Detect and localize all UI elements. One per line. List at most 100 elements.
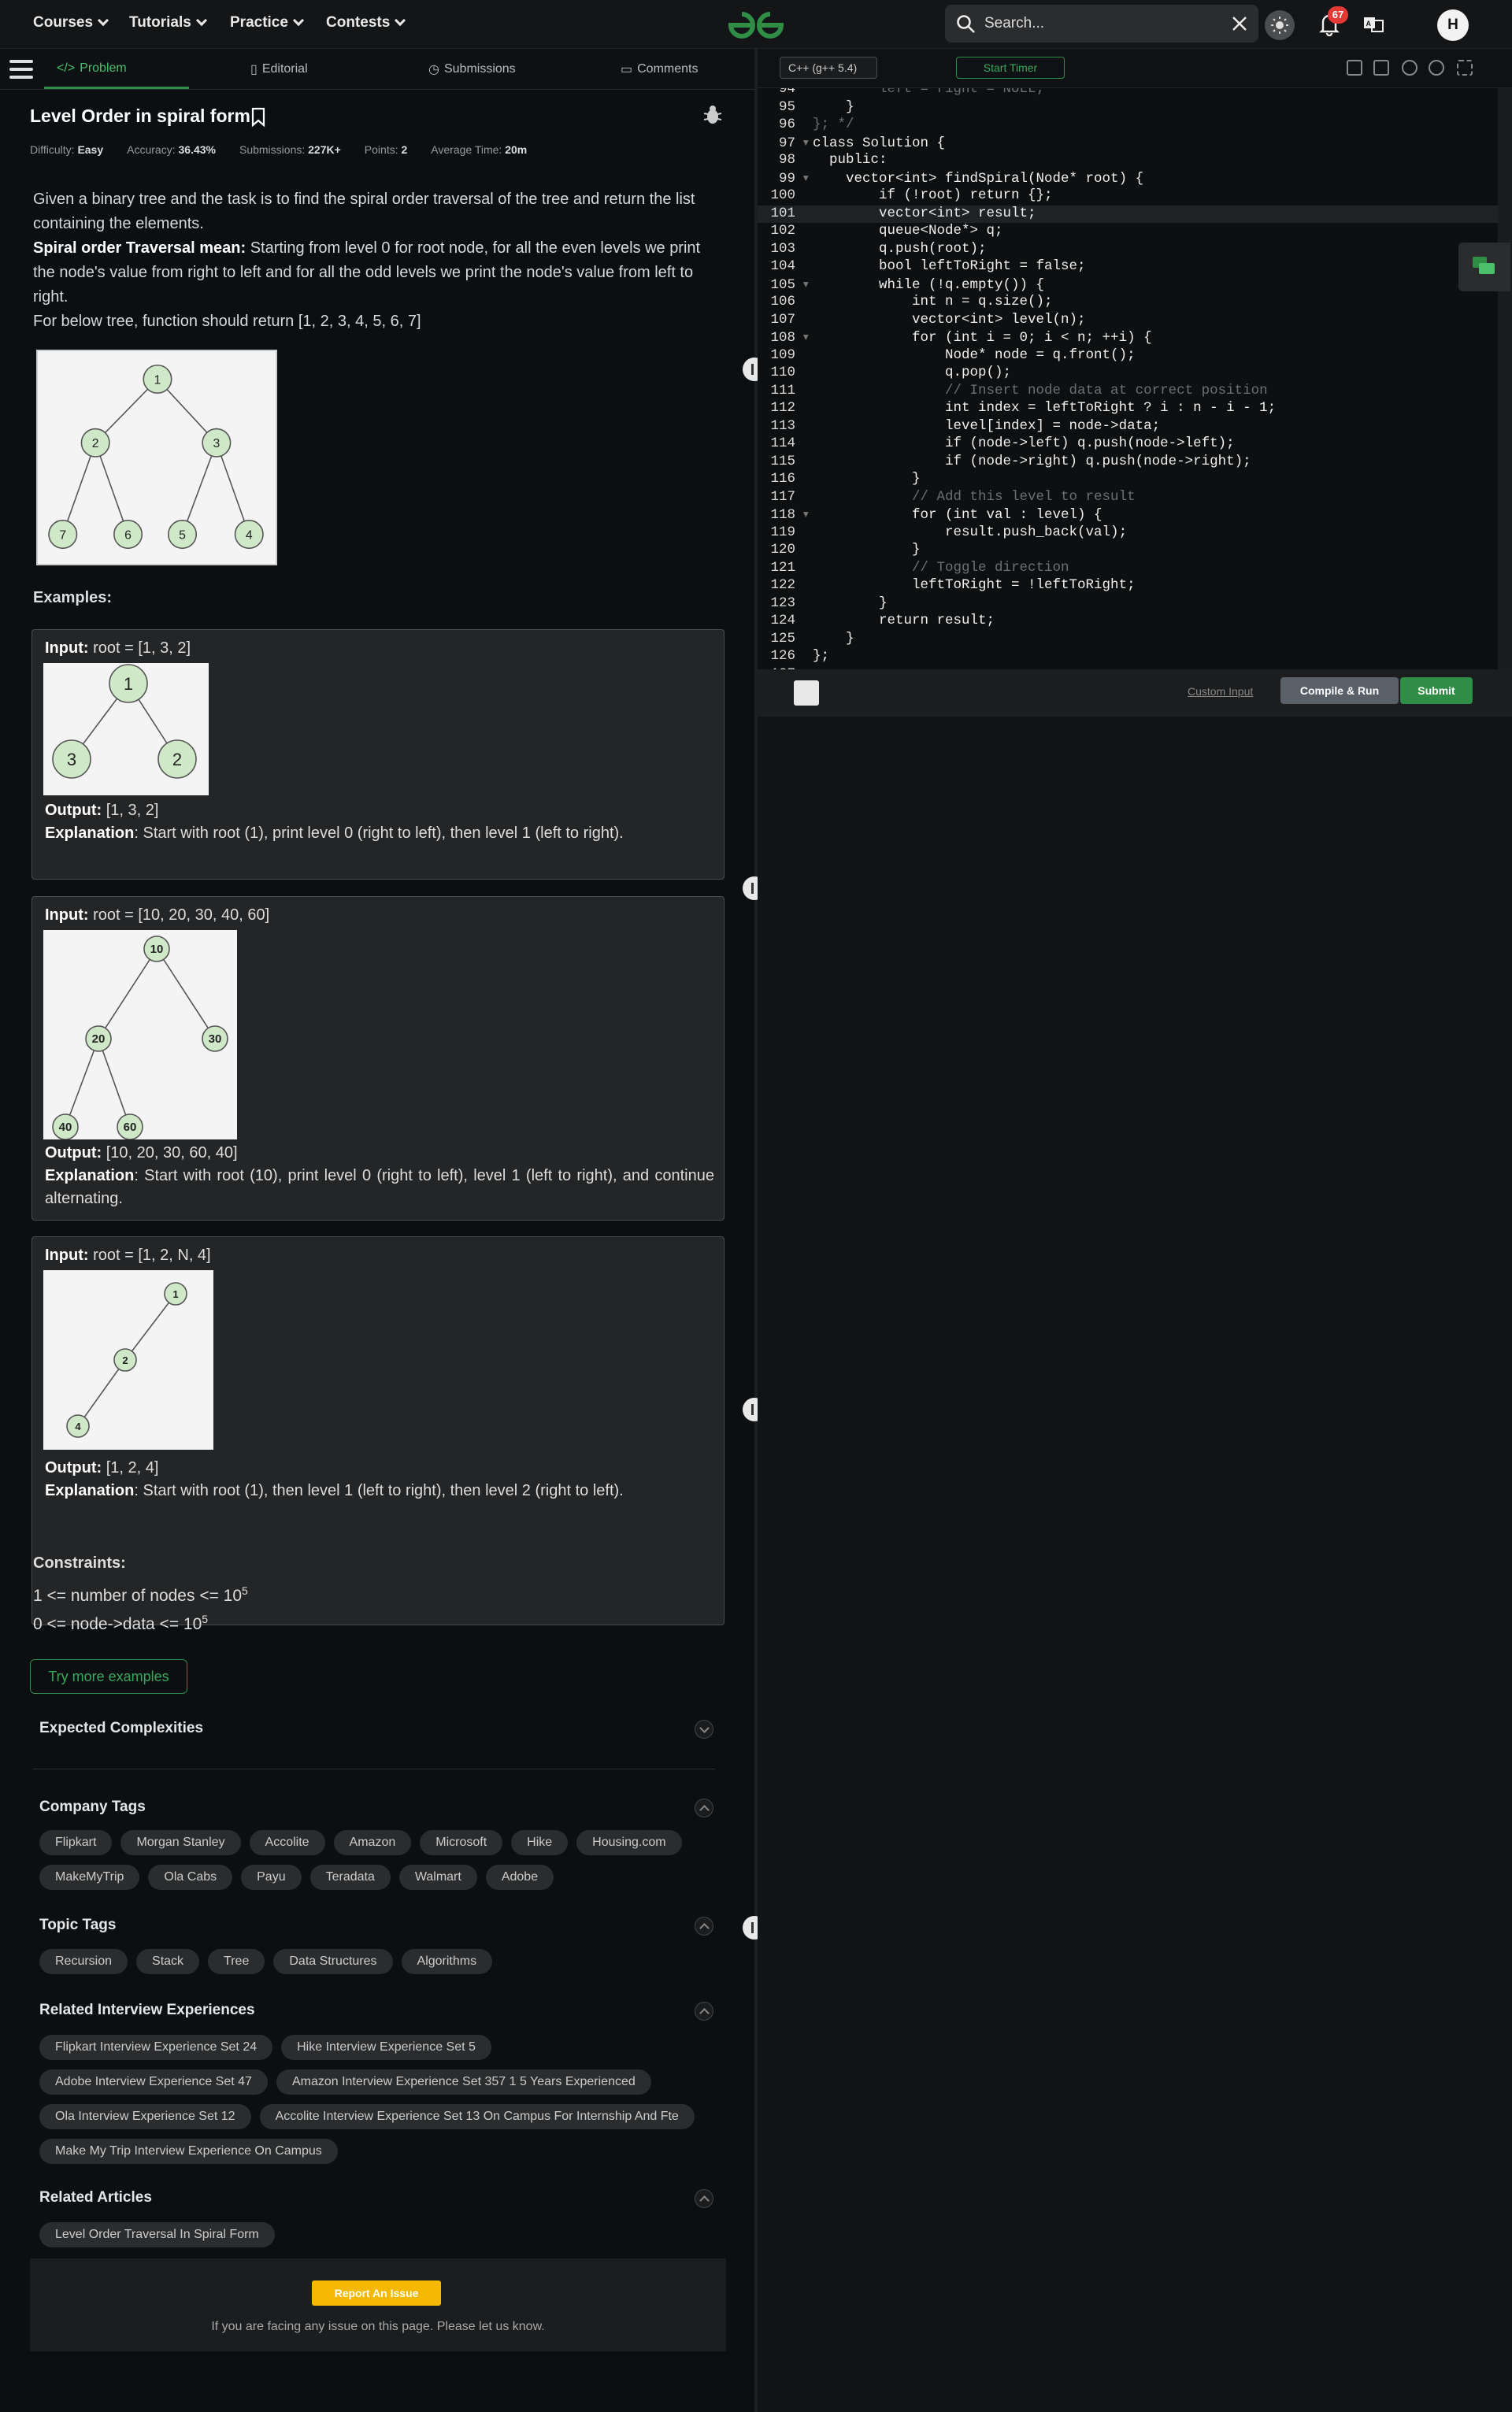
company-tags-heading[interactable]: Company Tags — [39, 1799, 146, 1816]
fold-toggle-icon[interactable]: ▾ — [802, 135, 813, 151]
tag-chip[interactable]: Ola Cabs — [148, 1865, 233, 1890]
lightbulb-icon[interactable] — [794, 680, 819, 706]
fold-toggle-icon[interactable]: ▾ — [802, 170, 813, 187]
custom-input-link[interactable]: Custom Input — [1188, 685, 1253, 698]
code-icon: </> — [57, 61, 76, 75]
tag-chip[interactable]: Housing.com — [576, 1830, 682, 1855]
compile-run-button[interactable]: Compile & Run — [1280, 677, 1399, 704]
chevron-up-icon[interactable] — [695, 2189, 713, 2208]
explanation-text: : Start with root (10), print level 0 (r… — [45, 1167, 714, 1207]
chevron-down-icon[interactable] — [695, 1720, 713, 1739]
tab-problem[interactable]: </> Problem — [57, 61, 127, 76]
search-box[interactable] — [945, 5, 1258, 43]
tag-chip[interactable]: Flipkart — [39, 1830, 113, 1855]
tag-chip[interactable]: Morgan Stanley — [120, 1830, 241, 1855]
difficulty-value: Easy — [77, 143, 104, 156]
nav-menu-contests[interactable]: Contests — [326, 14, 406, 31]
tag-chip[interactable]: MakeMyTrip — [39, 1865, 140, 1890]
submit-button[interactable]: Submit — [1400, 677, 1473, 704]
chevron-down-icon — [395, 14, 406, 27]
chevron-down-icon — [195, 14, 207, 27]
chevron-up-icon[interactable] — [695, 2002, 713, 2021]
line-number: 118 — [770, 507, 795, 523]
hamburger-menu-icon[interactable] — [9, 60, 33, 80]
explanation-label: Explanation — [45, 1482, 135, 1499]
related-interview-experiences-heading[interactable]: Related Interview Experiences — [39, 2002, 255, 2019]
tag-chip[interactable]: Payu — [241, 1865, 302, 1890]
fold-toggle-icon[interactable]: ▾ — [802, 506, 813, 523]
tag-chip[interactable]: Level Order Traversal In Spiral Form — [39, 2222, 275, 2247]
related-article-list: Level Order Traversal In Spiral Form — [39, 2222, 717, 2247]
tag-chip[interactable]: Hike — [511, 1830, 569, 1855]
tag-chip[interactable]: Accolite — [249, 1830, 325, 1855]
expected-complexities-heading[interactable]: Expected Complexities — [39, 1720, 203, 1737]
language-select[interactable]: C++ (g++ 5.4) — [780, 57, 877, 79]
line-number: 106 — [770, 294, 795, 309]
tag-chip[interactable]: Tree — [208, 1949, 265, 1974]
related-experience-list: Flipkart Interview Experience Set 24 Hike… — [39, 2035, 717, 2164]
tree-node-label: 4 — [246, 528, 253, 542]
avatar[interactable]: H — [1437, 9, 1469, 41]
gfg-logo[interactable] — [724, 8, 788, 41]
tree-node-label: 2 — [172, 750, 182, 769]
tag-chip[interactable]: Recursion — [39, 1949, 128, 1974]
input-value: root = [10, 20, 30, 40, 60] — [88, 906, 270, 924]
tag-chip[interactable]: Teradata — [309, 1865, 391, 1890]
report-issue-button[interactable]: Report An Issue — [312, 2280, 441, 2306]
tag-chip[interactable]: Accolite Interview Experience Set 13 On … — [259, 2104, 695, 2129]
tag-chip[interactable]: Amazon Interview Experience Set 357 1 5 … — [276, 2069, 651, 2095]
tag-chip[interactable]: Microsoft — [420, 1830, 503, 1855]
tag-chip[interactable]: Adobe — [485, 1865, 554, 1890]
tree-node-label: 6 — [124, 528, 132, 542]
topic-tags-heading[interactable]: Topic Tags — [39, 1917, 116, 1934]
editor-scrollbar[interactable] — [1498, 88, 1512, 669]
copy-icon[interactable] — [1347, 60, 1362, 76]
tag-chip[interactable]: Ola Interview Experience Set 12 — [39, 2104, 251, 2129]
tree-svg: 1 3 2 — [52, 664, 197, 779]
code-editor[interactable]: 94 left = right = NULL; 95 } 96}; */97 ▾ cla… — [758, 88, 1512, 669]
tab-editorial[interactable]: ▯ Editorial — [250, 61, 308, 77]
chat-button[interactable] — [1458, 243, 1510, 291]
company-tag-list: Flipkart Morgan Stanley Accolite Amazon Micr… — [39, 1830, 717, 1890]
chevron-up-icon[interactable] — [695, 1799, 713, 1817]
tag-chip[interactable]: Data Structures — [273, 1949, 393, 1974]
tag-chip[interactable]: Amazon — [333, 1830, 412, 1855]
fold-toggle-icon[interactable]: ▾ — [802, 329, 813, 346]
fullscreen-icon[interactable] — [1457, 60, 1473, 76]
close-icon[interactable] — [1230, 14, 1249, 33]
search-input[interactable] — [984, 13, 1213, 35]
tag-chip[interactable]: Algorithms — [401, 1949, 493, 1974]
settings-icon[interactable] — [1402, 60, 1418, 76]
tag-chip[interactable]: Hike Interview Experience Set 5 — [281, 2035, 491, 2060]
line-number: 107 — [770, 311, 795, 328]
tag-chip[interactable]: Flipkart Interview Experience Set 24 — [39, 2035, 273, 2060]
format-icon[interactable] — [1373, 60, 1389, 76]
chevron-up-icon[interactable] — [695, 1917, 713, 1936]
bookmark-icon[interactable] — [250, 107, 266, 128]
start-timer-button[interactable]: Start Timer — [956, 57, 1065, 79]
code-text: for (int val : level) { — [813, 507, 1102, 523]
code-text: bool leftToRight = false; — [813, 258, 1086, 274]
tag-chip[interactable]: Adobe Interview Experience Set 47 — [39, 2069, 268, 2095]
difficulty: Difficulty: Easy — [30, 143, 103, 156]
bug-report-icon[interactable] — [702, 104, 723, 126]
theme-toggle-button[interactable] — [1265, 10, 1295, 40]
tag-chip[interactable]: Walmart — [398, 1865, 477, 1890]
code-text: }; */ — [813, 117, 854, 132]
tab-submissions[interactable]: ◷ Submissions — [428, 61, 516, 77]
code-line: 106 int n = q.size(); — [758, 294, 1512, 312]
related-articles-heading[interactable]: Related Articles — [39, 2189, 152, 2206]
tab-comments[interactable]: ▭ Comments — [621, 61, 698, 77]
tag-chip[interactable]: Stack — [136, 1949, 200, 1974]
fold-toggle-icon[interactable]: ▾ — [802, 276, 813, 293]
tree-svg: 1 2 3 7 6 5 4 — [48, 364, 264, 550]
tab-label: Comments — [637, 62, 699, 76]
try-more-examples-button[interactable]: Try more examples — [30, 1659, 187, 1694]
accuracy-value: 36.43% — [178, 143, 216, 156]
nav-menu-practice[interactable]: Practice — [230, 14, 305, 31]
nav-menu-tutorials[interactable]: Tutorials — [129, 14, 207, 31]
reset-icon[interactable] — [1429, 60, 1444, 76]
translate-icon[interactable]: A — [1361, 11, 1388, 38]
tag-chip[interactable]: Make My Trip Interview Experience On Cam… — [39, 2139, 338, 2164]
nav-menu-courses[interactable]: Courses — [33, 14, 109, 31]
